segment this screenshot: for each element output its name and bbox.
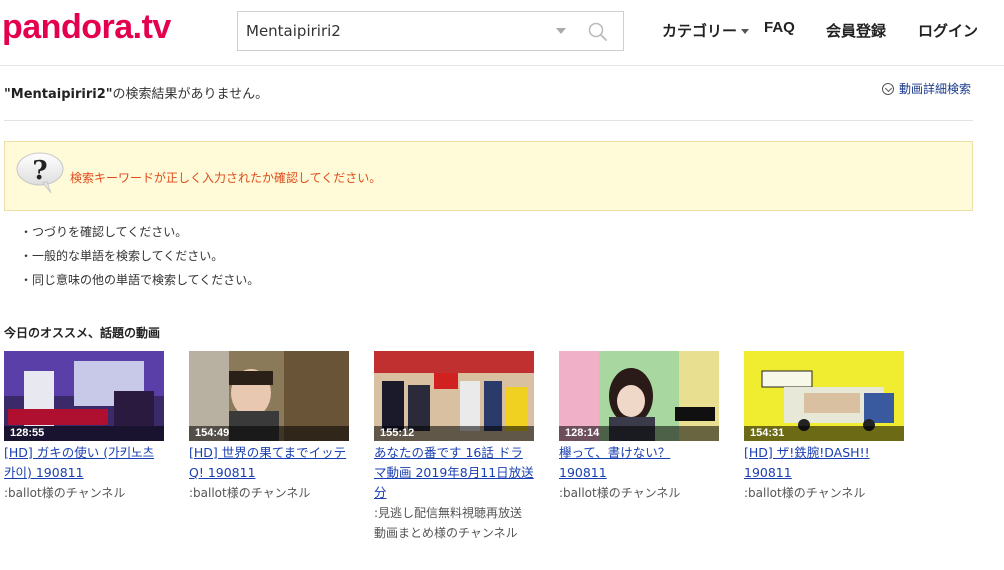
header: pandora.tv カテゴリー FAQ 会員登録 ログイン — [0, 0, 1004, 66]
chevron-circle-icon — [882, 82, 894, 95]
search-result-message: "Mentaipiriri2"の検索結果がありません。 — [4, 83, 268, 102]
nav-faq[interactable]: FAQ — [764, 19, 795, 36]
video-duration: 155:12 — [374, 426, 534, 441]
video-duration: 154:49 — [189, 426, 349, 441]
nav-register[interactable]: 会員登録 — [826, 20, 886, 41]
video-thumbnail[interactable]: 128:14 — [559, 351, 719, 441]
video-thumbnail[interactable]: 155:12 — [374, 351, 534, 441]
nav-category-label: カテゴリー — [662, 22, 738, 40]
no-results-text: の検索結果がありません。 — [112, 87, 269, 102]
video-channel: :ballot様のチャンネル — [189, 486, 311, 500]
video-title-link[interactable]: [HD] 世界の果てまでイッテQ! 190811 — [189, 443, 349, 483]
video-channel: :ballot様のチャンネル — [744, 486, 866, 500]
video-channel: :見逃し配信無料視聴再放送動画まとめ様のチャンネル — [374, 506, 523, 540]
search-input[interactable] — [238, 12, 538, 50]
pandora-logo[interactable]: pandora.tv — [2, 8, 171, 47]
video-title-link[interactable]: 欅って、書けない？ 190811 — [559, 443, 719, 483]
advanced-search-link[interactable]: 動画詳細検索 — [882, 80, 971, 97]
chevron-down-icon — [741, 29, 750, 34]
search-box — [237, 11, 624, 51]
video-card: 154:31 [HD] ザ!鉄腕!DASH!! 190811 :ballot様の… — [744, 351, 904, 503]
video-channel: :ballot様のチャンネル — [559, 486, 681, 500]
video-duration: 128:55 — [4, 426, 164, 441]
nav-login[interactable]: ログイン — [918, 20, 978, 41]
video-thumbnail[interactable]: 154:49 — [189, 351, 349, 441]
advanced-search-label: 動画詳細検索 — [899, 82, 972, 96]
video-card: 128:55 [HD] ガキの使い (가키노츠카이) 190811 :ballo… — [4, 351, 164, 503]
video-thumbnail[interactable]: 154:31 — [744, 351, 904, 441]
video-duration: 128:14 — [559, 426, 719, 441]
search-dropdown-icon[interactable] — [556, 28, 566, 34]
nav-category[interactable]: カテゴリー — [662, 20, 750, 41]
notice-box: ? 検索キーワードが正しく入力されたか確認してください。 — [4, 141, 973, 211]
notice-text: 検索キーワードが正しく入力されたか確認してください。 — [70, 171, 382, 185]
video-card: 128:14 欅って、書けない？ 190811 :ballot様のチャンネル — [559, 351, 719, 503]
tip-item: ・同じ意味の他の単語で検索してください。 — [20, 273, 260, 287]
search-query: "Mentaipiriri2" — [4, 87, 113, 102]
video-duration: 154:31 — [744, 426, 904, 441]
tip-item: ・一般的な単語を検索してください。 — [20, 249, 224, 263]
video-card: 154:49 [HD] 世界の果てまでイッテQ! 190811 :ballot様… — [189, 351, 349, 503]
svg-text:?: ? — [32, 156, 47, 186]
question-bubble-icon: ? — [16, 152, 64, 194]
video-channel: :ballot様のチャンネル — [4, 486, 126, 500]
video-thumbnail[interactable]: 128:55 — [4, 351, 164, 441]
video-title-link[interactable]: あなたの番です 16話 ドラマ動画 2019年8月11日放送分 — [374, 443, 534, 503]
video-card: 155:12 あなたの番です 16話 ドラマ動画 2019年8月11日放送分 :… — [374, 351, 534, 543]
video-title-link[interactable]: [HD] ガキの使い (가키노츠카이) 190811 — [4, 443, 164, 483]
recommendations-title: 今日のオススメ、話題の動画 — [4, 326, 161, 340]
tip-item: ・つづりを確認してください。 — [20, 225, 188, 239]
divider — [4, 120, 973, 121]
video-title-link[interactable]: [HD] ザ!鉄腕!DASH!! 190811 — [744, 443, 904, 483]
search-icon[interactable] — [587, 21, 609, 43]
search-tips: ・つづりを確認してください。 ・一般的な単語を検索してください。 ・同じ意味の他… — [20, 222, 259, 294]
